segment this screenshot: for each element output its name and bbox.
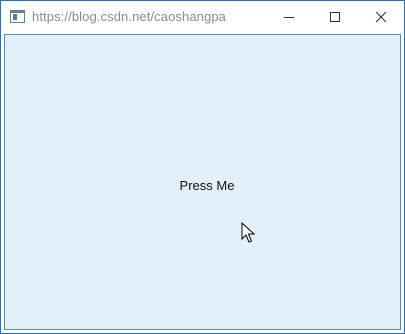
close-icon xyxy=(375,11,387,23)
maximize-icon xyxy=(330,12,340,22)
minimize-button[interactable] xyxy=(266,1,312,33)
app-window-icon xyxy=(10,10,25,23)
client-area: Press Me xyxy=(4,34,401,330)
application-window: https://blog.csdn.net/caoshangpa Press M… xyxy=(0,0,405,334)
minimize-icon xyxy=(284,17,294,18)
window-title: https://blog.csdn.net/caoshangpa xyxy=(32,9,227,24)
press-me-button[interactable]: Press Me xyxy=(167,175,247,195)
title-bar[interactable]: https://blog.csdn.net/caoshangpa xyxy=(1,1,404,33)
maximize-button[interactable] xyxy=(312,1,358,33)
mouse-cursor-icon xyxy=(241,222,255,243)
close-button[interactable] xyxy=(358,1,404,33)
